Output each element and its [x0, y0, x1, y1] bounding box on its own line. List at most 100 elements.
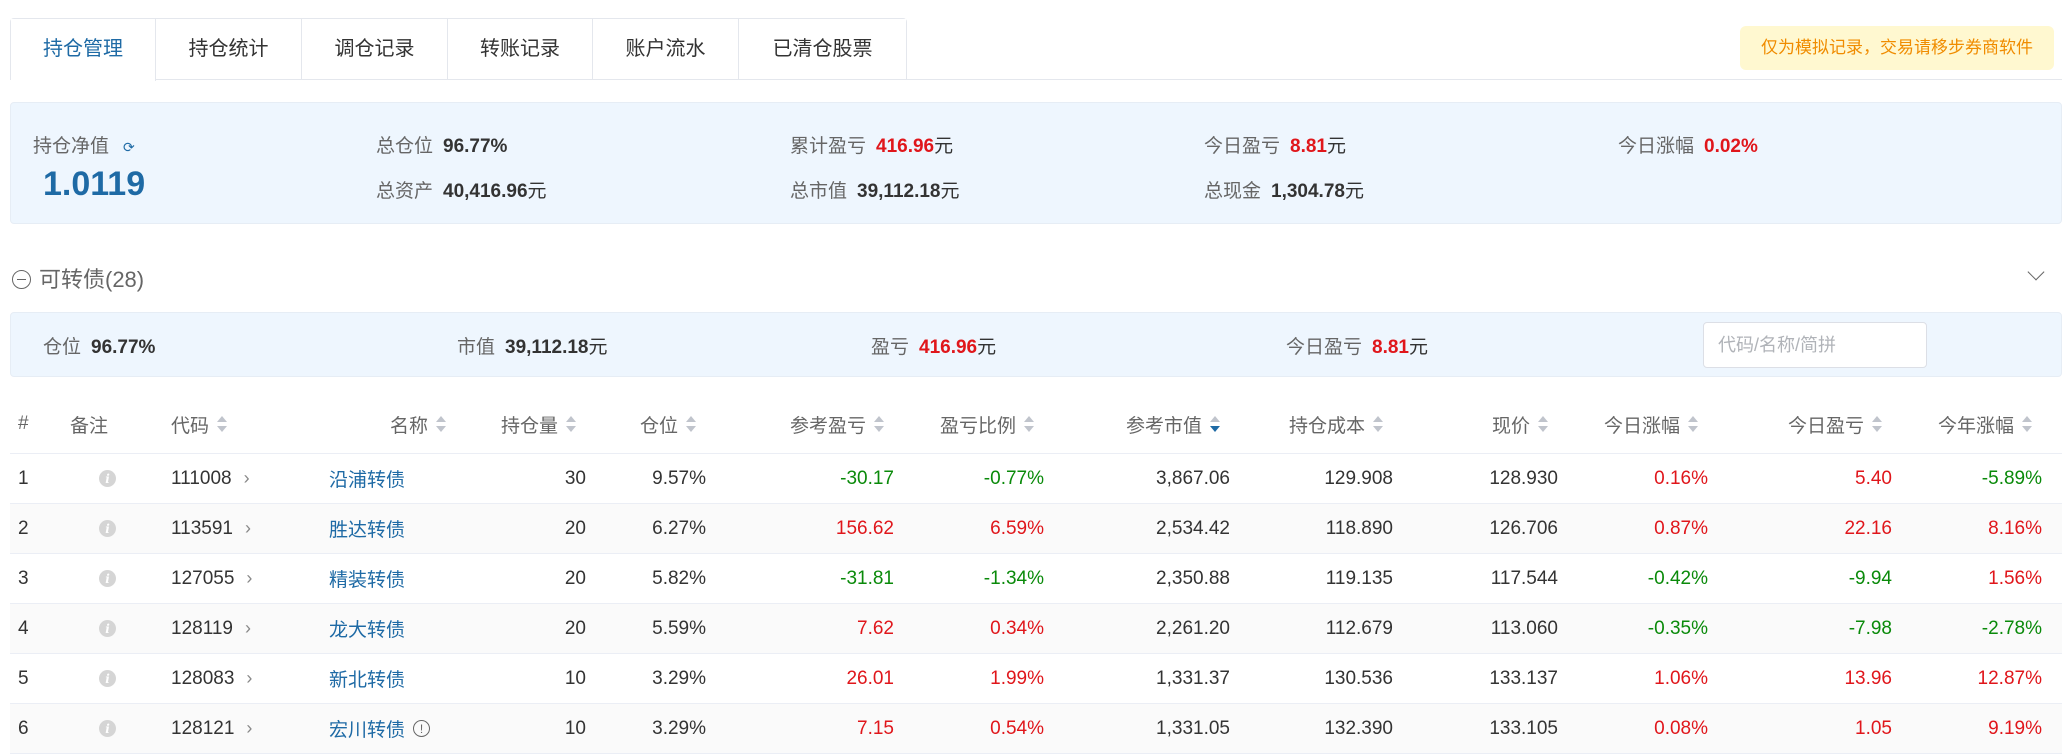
- column-header-label: 参考市值: [1125, 415, 1202, 437]
- column-header-pnl[interactable]: 参考盈亏: [710, 395, 884, 453]
- cell-qty: 10: [460, 654, 586, 703]
- cum-pnl-label: 累计盈亏: [790, 136, 867, 157]
- cell-idx: 5: [18, 654, 58, 703]
- cell-code[interactable]: 111008 ›: [171, 454, 321, 503]
- sort-icon[interactable]: [566, 415, 576, 433]
- info-icon[interactable]: i: [99, 620, 116, 637]
- chevron-down-icon[interactable]: [2027, 263, 2045, 281]
- pos-text: 6.27%: [652, 517, 706, 539]
- table-row[interactable]: 1 i 111008 › 沿浦转债 30 9.57% -30.17 -0.77% 3,867.06…: [10, 454, 2062, 504]
- cell-name[interactable]: 新北转债: [329, 654, 475, 703]
- info-icon[interactable]: i: [99, 570, 116, 587]
- sort-icon[interactable]: [1538, 415, 1548, 433]
- chevron-right-icon[interactable]: ›: [246, 668, 252, 689]
- info-icon[interactable]: i: [99, 670, 116, 687]
- table-row[interactable]: 5 i 128083 › 新北转债 10 3.29% 26.01 1.99% 1,331.37 13…: [10, 654, 2062, 704]
- cost-text: 119.135: [1325, 567, 1393, 589]
- cell-qty: 20: [460, 504, 586, 553]
- column-header-label: 参考盈亏: [789, 415, 866, 437]
- cell-idx: 3: [18, 554, 58, 603]
- sort-icon[interactable]: [1024, 415, 1034, 433]
- sort-icon[interactable]: [1373, 415, 1383, 433]
- column-header-price[interactable]: 现价: [1400, 395, 1548, 453]
- table-row[interactable]: 3 i 127055 › 精装转债 20 5.82% -31.81 -1.34% 2,350.88…: [10, 554, 2062, 604]
- tab-holding-stats[interactable]: 持仓统计: [156, 19, 302, 80]
- cell-code[interactable]: 128083 ›: [171, 654, 321, 703]
- sort-icon[interactable]: [874, 415, 884, 433]
- code-text: 127055: [171, 567, 235, 589]
- cell-name[interactable]: 龙大转债: [329, 604, 475, 653]
- chevron-right-icon[interactable]: ›: [245, 518, 251, 539]
- cell-note[interactable]: i: [70, 454, 130, 503]
- cell-note[interactable]: i: [70, 704, 130, 753]
- section-toggle[interactable]: 可转债(28): [12, 262, 144, 294]
- sort-icon[interactable]: [436, 415, 446, 433]
- table-row[interactable]: 4 i 128119 › 龙大转债 20 5.59% 7.62 0.34% 2,261.20 112…: [10, 604, 2062, 654]
- cell-today: 1.05: [1710, 704, 1892, 753]
- code-text: 128121: [171, 717, 235, 739]
- column-header-chg[interactable]: 今日涨幅: [1562, 395, 1698, 453]
- cell-note[interactable]: i: [70, 604, 130, 653]
- tab-rebalance-records[interactable]: 调仓记录: [302, 19, 448, 80]
- cell-note[interactable]: i: [70, 504, 130, 553]
- code-text: 128119: [171, 617, 233, 639]
- tab-account-flow[interactable]: 账户流水: [593, 19, 739, 80]
- cell-name[interactable]: 沿浦转债: [329, 454, 475, 503]
- code-text: 128083: [171, 667, 235, 689]
- table-header: # 备注 代码 名称 持仓量 仓位 参考盈亏 盈亏比例 参考市值 持仓成本 现价 今日涨幅 今日盈亏 今年…: [10, 395, 2062, 454]
- sort-icon[interactable]: [1872, 415, 1882, 433]
- column-header-qty[interactable]: 持仓量: [460, 395, 576, 453]
- tab-cleared-stocks[interactable]: 已清仓股票: [739, 19, 906, 80]
- cell-code[interactable]: 127055 ›: [171, 554, 321, 603]
- column-header-name[interactable]: 名称: [310, 395, 446, 453]
- cost-text: 132.390: [1324, 717, 1393, 739]
- column-header-label: 持仓成本: [1288, 415, 1365, 437]
- table-row[interactable]: 6 i 128121 › 宏川转债! 10 3.29% 7.15 0.54% 1,331.05 13…: [10, 704, 2062, 754]
- sort-icon[interactable]: [2022, 415, 2032, 433]
- ytd-text: 1.56%: [1988, 567, 2042, 589]
- total-assets-value: 40,416.96: [443, 181, 528, 202]
- cell-name[interactable]: 精装转债: [329, 554, 475, 603]
- total-position-value: 96.77%: [443, 136, 508, 157]
- sort-icon[interactable]: [1210, 415, 1220, 433]
- tab-holdings[interactable]: 持仓管理: [11, 19, 156, 81]
- cell-code[interactable]: 128121 ›: [171, 704, 321, 753]
- tab-transfer-records[interactable]: 转账记录: [448, 19, 593, 80]
- cell-chg: 0.16%: [1562, 454, 1708, 503]
- column-header-today[interactable]: 今日盈亏: [1710, 395, 1882, 453]
- cell-mv: 1,331.05: [1050, 704, 1230, 753]
- qty-text: 20: [564, 617, 586, 639]
- column-header-code[interactable]: 代码: [171, 395, 321, 453]
- info-icon[interactable]: i: [99, 470, 116, 487]
- sort-icon[interactable]: [217, 415, 228, 433]
- info-icon[interactable]: i: [99, 520, 116, 537]
- cell-code[interactable]: 113591 ›: [171, 504, 321, 553]
- chevron-right-icon[interactable]: ›: [245, 618, 251, 639]
- sort-icon[interactable]: [686, 415, 696, 433]
- search-input[interactable]: [1703, 322, 1927, 368]
- chevron-right-icon[interactable]: ›: [244, 468, 250, 489]
- column-header-mv[interactable]: 参考市值: [1050, 395, 1220, 453]
- cell-note[interactable]: i: [70, 554, 130, 603]
- column-header-cost[interactable]: 持仓成本: [1235, 395, 1383, 453]
- cell-note[interactable]: i: [70, 654, 130, 703]
- info-icon[interactable]: i: [99, 720, 116, 737]
- column-header-pnl_pct[interactable]: 盈亏比例: [898, 395, 1034, 453]
- cell-name[interactable]: 胜达转债: [329, 504, 475, 553]
- warning-icon[interactable]: !: [413, 720, 431, 737]
- chg-text: 1.06%: [1654, 667, 1708, 689]
- sort-icon[interactable]: [1688, 415, 1698, 433]
- chevron-right-icon[interactable]: ›: [246, 718, 252, 739]
- column-header-pos[interactable]: 仓位: [590, 395, 696, 453]
- cell-code[interactable]: 128119 ›: [171, 604, 321, 653]
- unit: 元: [1344, 181, 1364, 202]
- refresh-icon[interactable]: ⟳: [123, 139, 135, 156]
- column-header-label: 今年涨幅: [1937, 415, 2014, 437]
- table-row[interactable]: 2 i 113591 › 胜达转债 20 6.27% 156.62 6.59% 2,534.42 1…: [10, 504, 2062, 554]
- column-header-ytd[interactable]: 今年涨幅: [1896, 395, 2032, 453]
- cell-name[interactable]: 宏川转债!: [329, 704, 475, 753]
- mv-text: 1,331.37: [1156, 667, 1230, 689]
- chevron-right-icon[interactable]: ›: [246, 568, 252, 589]
- pnl-text: 26.01: [846, 667, 894, 689]
- price-text: 133.137: [1489, 667, 1558, 689]
